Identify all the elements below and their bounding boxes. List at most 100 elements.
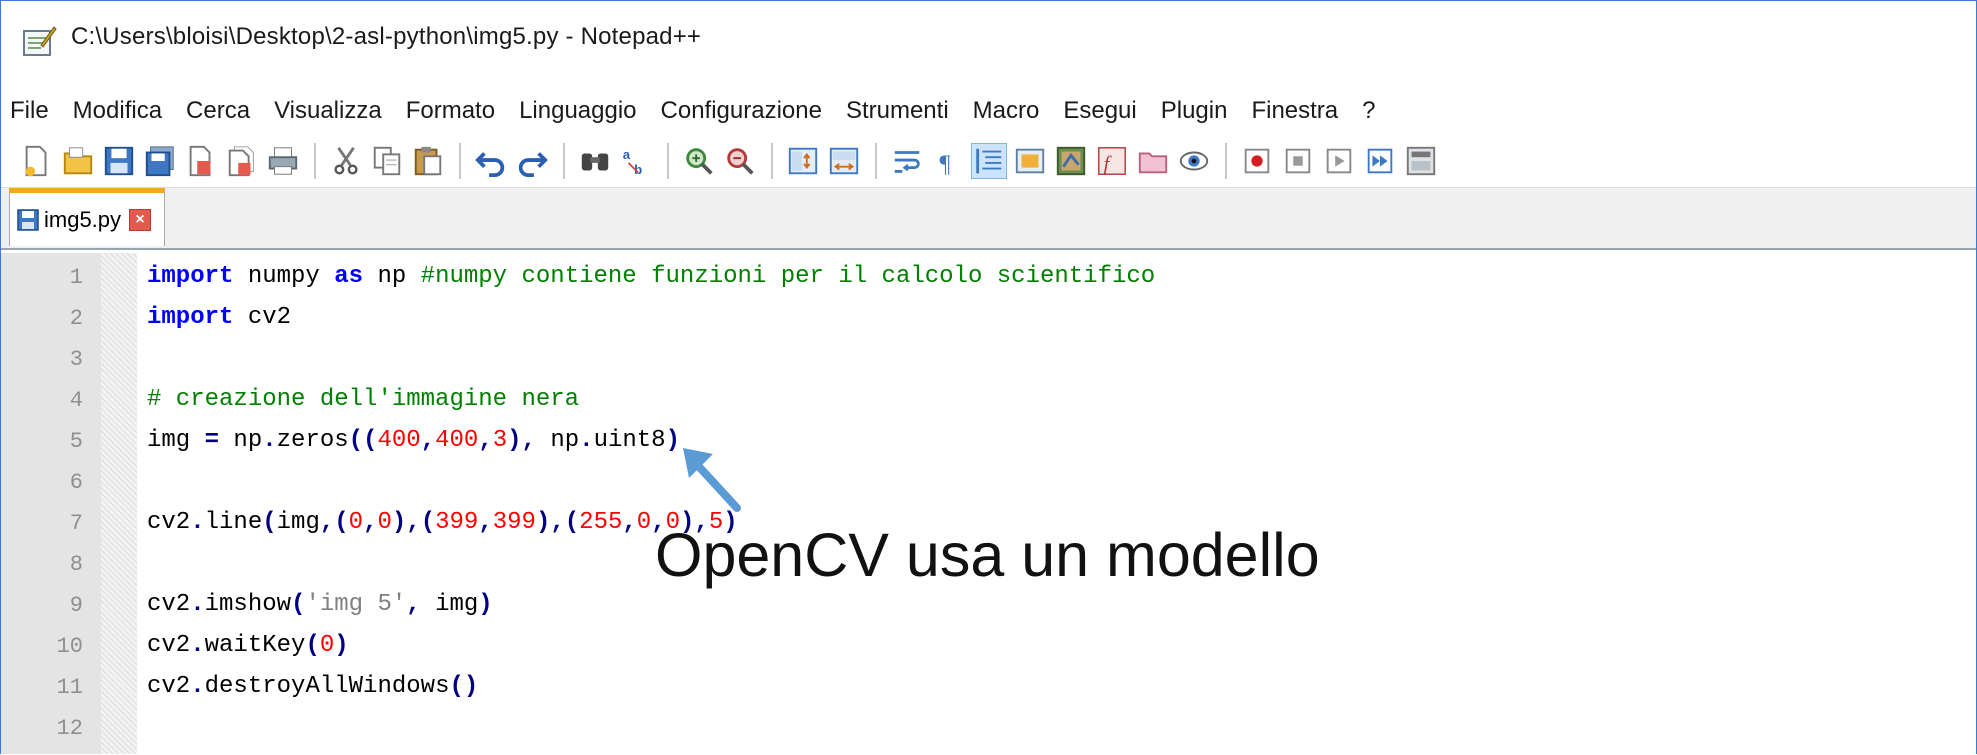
- menu-finestra[interactable]: Finestra: [1240, 97, 1351, 125]
- menu-esegui[interactable]: Esegui: [1052, 97, 1149, 125]
- code-token: import: [147, 263, 234, 290]
- run-macro-multiple-button[interactable]: [1362, 143, 1398, 179]
- code-token: cv2: [233, 304, 292, 331]
- menu-formato[interactable]: Formato: [395, 97, 508, 125]
- redo-button[interactable]: [514, 143, 550, 179]
- code-token: ,: [478, 509, 493, 536]
- line-number: 3: [69, 347, 83, 372]
- code-token: cv2: [147, 673, 191, 700]
- code-line[interactable]: # creazione dell'immagine nera: [147, 386, 579, 413]
- annotation-text: OpenCV usa un modello: [655, 521, 1320, 589]
- toolbar-separator: [314, 143, 316, 179]
- code-line[interactable]: img = np.zeros((400,400,3), np.uint8): [147, 427, 680, 454]
- code-line[interactable]: cv2.waitKey(0): [147, 632, 349, 659]
- menu-plugin[interactable]: Plugin: [1150, 97, 1241, 125]
- code-token: np: [363, 263, 421, 290]
- undo-icon: [475, 152, 505, 178]
- new-file-button[interactable]: [19, 143, 55, 179]
- code-token: 0: [636, 509, 652, 536]
- cut-button[interactable]: [328, 143, 364, 179]
- code-token: zeros: [276, 427, 349, 454]
- save-macro-button[interactable]: [1403, 143, 1439, 179]
- code-line[interactable]: import numpy as np #numpy contiene funzi…: [147, 263, 1155, 290]
- indent-guide-button[interactable]: [971, 143, 1007, 179]
- sync-horizontal-button[interactable]: [826, 143, 862, 179]
- code-token: (: [305, 632, 320, 659]
- save-all-button[interactable]: [142, 143, 178, 179]
- function-list-button[interactable]: f: [1094, 143, 1130, 179]
- code-token: .: [190, 673, 205, 700]
- tab-close-icon[interactable]: ×: [129, 208, 152, 231]
- menu-file[interactable]: File: [1, 97, 62, 125]
- folder-workspace-icon: [1138, 152, 1168, 174]
- code-line[interactable]: cv2.imshow('img 5', img): [147, 591, 493, 618]
- line-number: 4: [69, 388, 83, 413]
- menu-help[interactable]: ?: [1351, 97, 1388, 125]
- menu-macro[interactable]: Macro: [962, 97, 1053, 125]
- code-token: .: [262, 427, 277, 454]
- code-token: cv2: [147, 509, 191, 536]
- code-token: (: [291, 591, 306, 618]
- code-token: # creazione dell'immagine nera: [147, 386, 580, 413]
- find-button[interactable]: [577, 143, 613, 179]
- code-token: ,: [363, 509, 378, 536]
- code-token: img: [276, 509, 320, 536]
- user-language-button[interactable]: [1012, 143, 1048, 179]
- zoom-out-button[interactable]: [722, 143, 758, 179]
- close-all-button[interactable]: [224, 143, 260, 179]
- show-all-chars-button[interactable]: ¶: [930, 143, 966, 179]
- code-token: numpy: [233, 263, 335, 290]
- stop-macro-button[interactable]: [1280, 143, 1316, 179]
- tab-label: img5.py: [44, 206, 122, 232]
- show-all-chars-icon: ¶: [940, 150, 951, 177]
- save-button[interactable]: [101, 143, 137, 179]
- line-number: 9: [69, 593, 83, 618]
- play-macro-button[interactable]: [1321, 143, 1357, 179]
- zoom-in-button[interactable]: [681, 143, 717, 179]
- monitoring-button[interactable]: [1176, 143, 1212, 179]
- folder-workspace-button[interactable]: [1135, 143, 1171, 179]
- cut-icon: [334, 146, 358, 175]
- code-token: ,: [420, 427, 436, 454]
- code-line[interactable]: cv2.line(img,(0,0),(399,399),(255,0,0),5…: [147, 509, 738, 536]
- user-language-icon: [1015, 148, 1045, 174]
- svg-text:¶: ¶: [940, 150, 951, 177]
- code-token: uint8: [593, 427, 666, 454]
- tab-img5-py[interactable]: img5.py ×: [9, 188, 165, 246]
- menu-cerca[interactable]: Cerca: [175, 97, 263, 125]
- code-token: ,: [622, 509, 637, 536]
- code-editor[interactable]: 1 2 3 4 5 6 7 8 9 10 11 12 import numpy as np #nump…: [1, 253, 1976, 754]
- undo-button[interactable]: [473, 143, 509, 179]
- paste-button[interactable]: [410, 143, 446, 179]
- code-token: ,: [478, 427, 493, 454]
- code-token: (: [262, 509, 277, 536]
- code-token: ),: [507, 427, 536, 454]
- window-title: C:\Users\bloisi\Desktop\2-asl-python\img…: [71, 23, 702, 50]
- close-button[interactable]: [183, 143, 219, 179]
- document-map-button[interactable]: [1053, 143, 1089, 179]
- title-bar: C:\Users\bloisi\Desktop\2-asl-python\img…: [1, 1, 1976, 81]
- sync-vertical-button[interactable]: [785, 143, 821, 179]
- notepad-app-icon: [23, 26, 57, 56]
- copy-button[interactable]: [369, 143, 405, 179]
- menu-modifica[interactable]: Modifica: [62, 97, 175, 125]
- code-line[interactable]: import cv2: [147, 304, 291, 331]
- menu-visualizza[interactable]: Visualizza: [263, 97, 395, 125]
- code-token: ((: [348, 427, 378, 454]
- menu-linguaggio[interactable]: Linguaggio: [508, 97, 649, 125]
- line-number: 8: [69, 552, 83, 577]
- run-macro-multiple-icon: [1367, 148, 1393, 174]
- line-number: 2: [69, 306, 83, 331]
- record-macro-button[interactable]: [1239, 143, 1275, 179]
- toolbar-separator: [563, 143, 565, 179]
- print-button[interactable]: [265, 143, 301, 179]
- menu-configurazione[interactable]: Configurazione: [650, 97, 835, 125]
- word-wrap-button[interactable]: [889, 143, 925, 179]
- save-all-icon: [145, 146, 174, 177]
- code-line[interactable]: cv2.destroyAllWindows(): [147, 673, 478, 700]
- new-file-icon: [25, 145, 47, 177]
- sync-horizontal-icon: [829, 147, 859, 175]
- replace-button[interactable]: ab: [618, 143, 654, 179]
- open-file-button[interactable]: [60, 143, 96, 179]
- menu-strumenti[interactable]: Strumenti: [835, 97, 962, 125]
